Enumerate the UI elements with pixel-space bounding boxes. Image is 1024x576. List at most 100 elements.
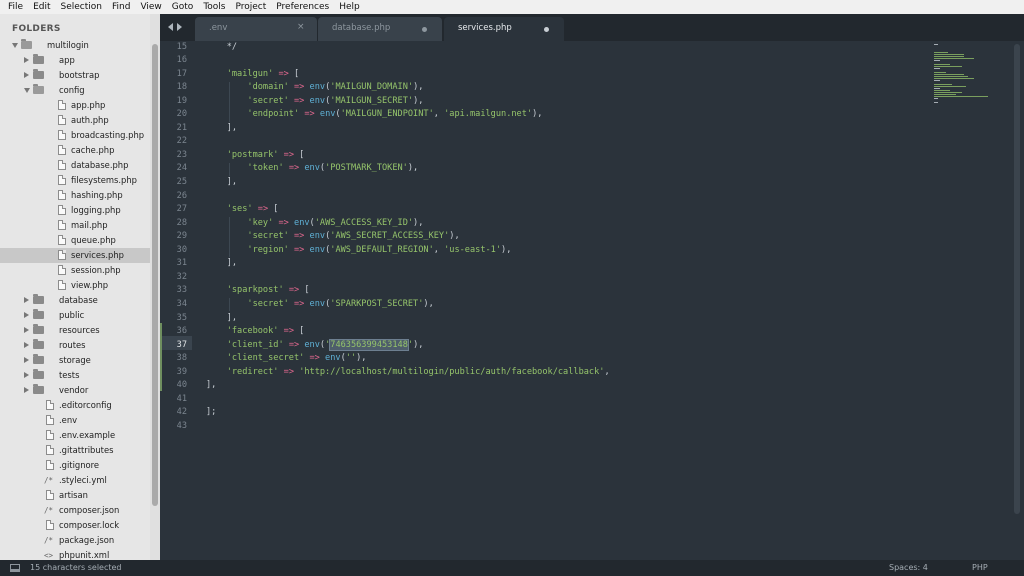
tree-file[interactable]: .env.example — [0, 428, 150, 443]
sidebar-scrollbar-thumb[interactable] — [152, 44, 158, 506]
tree-file[interactable]: session.php — [0, 263, 150, 278]
tree-file[interactable]: composer.lock — [0, 518, 150, 533]
code-line[interactable]: 'client_secret' => env(''), — [206, 352, 367, 366]
syntax-status[interactable]: PHP — [972, 563, 988, 572]
tree-folder[interactable]: storage — [0, 353, 150, 368]
tree-folder[interactable]: vendor — [0, 383, 150, 398]
tree-folder[interactable]: database — [0, 293, 150, 308]
tree-file[interactable]: artisan — [0, 488, 150, 503]
code-line[interactable]: 'postmark' => [ — [206, 149, 305, 163]
panel-toggle-icon[interactable] — [10, 564, 20, 572]
minimap[interactable] — [928, 44, 1008, 104]
code-line[interactable]: 'region' => env('AWS_DEFAULT_REGION', 'u… — [206, 244, 511, 258]
tree-file[interactable]: <> phpunit.xml — [0, 548, 150, 560]
code-line[interactable]: ], — [206, 379, 216, 393]
code-line[interactable]: ], — [206, 176, 237, 190]
code-line[interactable]: 'secret' => env('AWS_SECRET_ACCESS_KEY')… — [206, 230, 459, 244]
editor-scrollbar[interactable] — [1014, 44, 1020, 514]
code-line[interactable]: 'redirect' => 'http://localhost/multilog… — [206, 366, 610, 380]
menu-item-selection[interactable]: Selection — [56, 0, 107, 14]
code-line[interactable]: 'ses' => [ — [206, 203, 279, 217]
code-token: => — [288, 285, 300, 296]
code-line[interactable]: 'domain' => env('MAILGUN_DOMAIN'), — [206, 81, 423, 95]
tree-file[interactable]: services.php — [0, 248, 150, 263]
code-line[interactable]: 'mailgun' => [ — [206, 68, 299, 82]
minimap-line — [934, 56, 964, 57]
disclosure-closed-icon[interactable] — [24, 312, 29, 318]
tree-file[interactable]: broadcasting.php — [0, 128, 150, 143]
minimap-line — [934, 52, 948, 53]
tree-file[interactable]: auth.php — [0, 113, 150, 128]
tree-file[interactable]: /* .styleci.yml — [0, 473, 150, 488]
disclosure-closed-icon[interactable] — [24, 57, 29, 63]
code-line[interactable]: ], — [206, 312, 237, 326]
disclosure-closed-icon[interactable] — [24, 372, 29, 378]
status-bar — [0, 560, 1024, 576]
close-icon[interactable]: × — [297, 22, 305, 32]
unsaved-dot-icon[interactable] — [544, 27, 549, 32]
code-line[interactable]: */ — [206, 41, 237, 55]
code-line[interactable]: ], — [206, 122, 237, 136]
tree-folder[interactable]: tests — [0, 368, 150, 383]
chevron-left-icon[interactable] — [168, 23, 173, 31]
tree-file[interactable]: /* composer.json — [0, 503, 150, 518]
tab-database-php[interactable]: database.php — [318, 17, 442, 41]
unsaved-dot-icon[interactable] — [422, 27, 427, 32]
code-line[interactable]: 'endpoint' => env('MAILGUN_ENDPOINT', 'a… — [206, 108, 542, 122]
tree-file[interactable]: logging.php — [0, 203, 150, 218]
tab-env[interactable]: .env × — [195, 17, 317, 41]
menu-item-view[interactable]: View — [135, 0, 166, 14]
tree-folder[interactable]: config — [0, 83, 150, 98]
tree-file[interactable]: queue.php — [0, 233, 150, 248]
tree-folder[interactable]: resources — [0, 323, 150, 338]
disclosure-closed-icon[interactable] — [24, 387, 29, 393]
disclosure-closed-icon[interactable] — [24, 327, 29, 333]
menu-item-find[interactable]: Find — [107, 0, 135, 14]
code-line[interactable]: 'secret' => env('MAILGUN_SECRET'), — [206, 95, 423, 109]
disclosure-closed-icon[interactable] — [24, 297, 29, 303]
tree-file[interactable]: cache.php — [0, 143, 150, 158]
menu-item-help[interactable]: Help — [334, 0, 365, 14]
disclosure-closed-icon[interactable] — [24, 357, 29, 363]
menu-item-project[interactable]: Project — [230, 0, 271, 14]
tab-services-php[interactable]: services.php — [444, 17, 564, 41]
file-type-icon: /* — [44, 476, 54, 485]
tree-file[interactable]: database.php — [0, 158, 150, 173]
line-number: 20 — [176, 109, 187, 120]
tree-file[interactable]: .env — [0, 413, 150, 428]
code-line[interactable]: 'token' => env('POSTMARK_TOKEN'), — [206, 162, 418, 176]
code-line[interactable]: 'client_id' => env('746356399453148'), — [206, 338, 423, 353]
menu-item-goto[interactable]: Goto — [167, 0, 199, 14]
code-line[interactable]: 'facebook' => [ — [206, 325, 305, 339]
menu-item-tools[interactable]: Tools — [198, 0, 230, 14]
tree-folder[interactable]: public — [0, 308, 150, 323]
tree-file[interactable]: app.php — [0, 98, 150, 113]
menu-item-edit[interactable]: Edit — [28, 0, 55, 14]
code-line[interactable]: 'secret' => env('SPARKPOST_SECRET'), — [206, 298, 433, 312]
tree-file[interactable]: .gitignore — [0, 458, 150, 473]
disclosure-closed-icon[interactable] — [24, 342, 29, 348]
chevron-right-icon[interactable] — [177, 23, 182, 31]
tree-folder[interactable]: routes — [0, 338, 150, 353]
tree-file[interactable]: /* package.json — [0, 533, 150, 548]
tree-file[interactable]: .editorconfig — [0, 398, 150, 413]
tree-folder[interactable]: app — [0, 53, 150, 68]
code-line[interactable]: 'key' => env('AWS_ACCESS_KEY_ID'), — [206, 217, 423, 231]
tree-file[interactable]: filesystems.php — [0, 173, 150, 188]
code-line[interactable]: ]; — [206, 406, 216, 420]
tree-file[interactable]: .gitattributes — [0, 443, 150, 458]
tree-folder[interactable]: bootstrap — [0, 68, 150, 83]
code-line[interactable]: ], — [206, 257, 237, 271]
tree-file[interactable]: hashing.php — [0, 188, 150, 203]
indentation-status[interactable]: Spaces: 4 — [889, 563, 928, 572]
folder-icon — [33, 54, 44, 64]
menu-item-file[interactable]: File — [3, 0, 28, 14]
disclosure-open-icon[interactable] — [24, 88, 30, 93]
code-line[interactable]: 'sparkpost' => [ — [206, 284, 310, 298]
tree-file[interactable]: view.php — [0, 278, 150, 293]
menu-item-preferences[interactable]: Preferences — [271, 0, 334, 14]
tree-file[interactable]: mail.php — [0, 218, 150, 233]
disclosure-closed-icon[interactable] — [24, 72, 29, 78]
tree-folder[interactable]: multilogin — [0, 38, 150, 53]
disclosure-open-icon[interactable] — [12, 43, 18, 48]
